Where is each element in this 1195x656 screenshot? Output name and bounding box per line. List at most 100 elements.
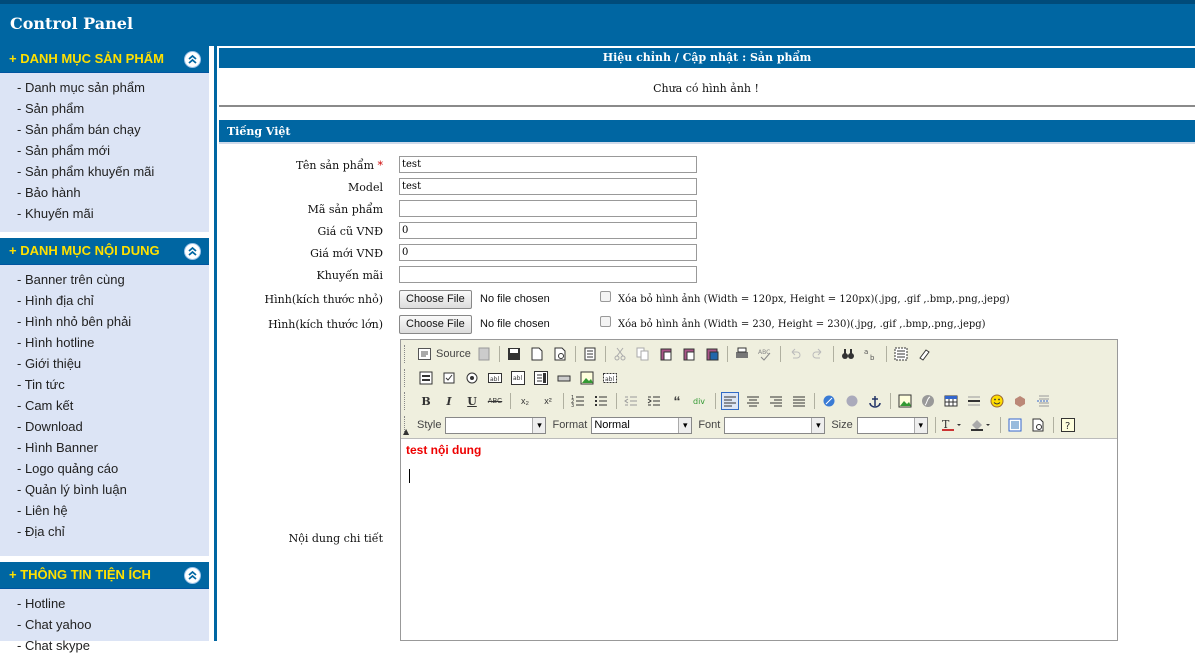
paste-icon[interactable] [657, 345, 675, 363]
outdent-icon[interactable] [622, 392, 640, 410]
sidebar-item[interactable]: - Download [0, 416, 209, 437]
italic-icon[interactable]: I [440, 392, 458, 410]
cut-icon[interactable] [611, 345, 629, 363]
collapse-icon[interactable] [184, 243, 201, 260]
special-char-icon[interactable] [1011, 392, 1029, 410]
collapse-icon[interactable] [184, 567, 201, 584]
sidebar-item[interactable]: - Địa chỉ [0, 521, 209, 542]
underline-icon[interactable]: U [463, 392, 481, 410]
bullet-list-icon[interactable] [592, 392, 610, 410]
sidebar-item[interactable]: - Quản lý bình luận [0, 479, 209, 500]
paste-word-icon[interactable] [703, 345, 721, 363]
blockquote-icon[interactable]: “ [668, 392, 686, 410]
sidebar-item[interactable]: - Tin tức [0, 374, 209, 395]
sidebar-item[interactable]: - Giới thiệu [0, 353, 209, 374]
sidebar-item[interactable]: - Khuyến mãi [0, 203, 209, 224]
sidebar-item[interactable]: - Bảo hành [0, 182, 209, 203]
sidebar-section-header[interactable]: + DANH MỤC SẢN PHẨM [0, 46, 209, 73]
choose-file-large-button[interactable]: Choose File [399, 315, 472, 334]
sidebar-item[interactable]: - Hotline [0, 593, 209, 614]
size-dropdown[interactable] [856, 416, 928, 434]
align-justify-icon[interactable] [790, 392, 808, 410]
anchor-icon[interactable] [866, 392, 884, 410]
delete-large-image-checkbox[interactable] [600, 316, 611, 327]
sidebar-item[interactable]: - Sản phẩm mới [0, 140, 209, 161]
preview-icon[interactable] [551, 345, 569, 363]
sidebar-item[interactable]: - Hình địa chỉ [0, 290, 209, 311]
text-field-icon[interactable]: abl [486, 369, 504, 387]
select-all-icon[interactable] [892, 345, 910, 363]
spellcheck-icon[interactable]: ABC [756, 345, 774, 363]
sidebar-item[interactable]: - Hình Banner [0, 437, 209, 458]
page-break-icon[interactable] [1034, 392, 1052, 410]
source-icon[interactable] [417, 345, 431, 363]
table-icon[interactable] [942, 392, 960, 410]
tab-vietnamese[interactable]: Tiếng Việt [219, 120, 1195, 144]
numbered-list-icon[interactable]: 123 [569, 392, 587, 410]
remove-format-icon[interactable] [915, 345, 933, 363]
collapse-icon[interactable] [184, 51, 201, 68]
sidebar-item[interactable]: - Sản phẩm khuyến mãi [0, 161, 209, 182]
paste-text-icon[interactable] [680, 345, 698, 363]
redo-icon[interactable] [809, 345, 827, 363]
sidebar-item[interactable]: - Danh mục sản phẩm [0, 77, 209, 98]
sidebar-item[interactable]: - Chat yahoo [0, 614, 209, 635]
save-template-icon[interactable] [475, 345, 493, 363]
div-container-icon[interactable]: div [691, 392, 709, 410]
sidebar-item[interactable]: - Chat skype [0, 635, 209, 656]
sidebar-item[interactable]: - Liên hệ [0, 500, 209, 521]
flash-icon[interactable] [919, 392, 937, 410]
button-icon[interactable] [555, 369, 573, 387]
delete-small-image-checkbox[interactable] [600, 291, 611, 302]
source-button[interactable]: Source [436, 348, 471, 360]
product-code-input[interactable] [399, 200, 697, 217]
find-icon[interactable] [839, 345, 857, 363]
hidden-field-icon[interactable]: abl [601, 369, 619, 387]
style-dropdown[interactable] [445, 416, 547, 434]
image-button-icon[interactable] [578, 369, 596, 387]
save-icon[interactable] [505, 345, 523, 363]
sidebar-item[interactable]: - Sản phẩm [0, 98, 209, 119]
superscript-icon[interactable]: x² [539, 392, 557, 410]
promotion-input[interactable] [399, 266, 697, 283]
image-icon[interactable] [896, 392, 914, 410]
radio-icon[interactable] [463, 369, 481, 387]
form-icon[interactable] [417, 369, 435, 387]
textarea-icon[interactable]: abl [509, 369, 527, 387]
sidebar-item[interactable]: - Logo quảng cáo [0, 458, 209, 479]
bold-icon[interactable]: B [417, 392, 435, 410]
align-right-icon[interactable] [767, 392, 785, 410]
templates-icon[interactable] [581, 345, 599, 363]
print-icon[interactable] [733, 345, 751, 363]
text-color-icon[interactable]: T [941, 416, 965, 434]
maximize-icon[interactable] [1006, 416, 1024, 434]
choose-file-small-button[interactable]: Choose File [399, 290, 472, 309]
help-icon[interactable]: ? [1059, 416, 1077, 434]
select-field-icon[interactable] [532, 369, 550, 387]
sidebar-item[interactable]: - Hình nhỏ bên phải [0, 311, 209, 332]
editor-content-area[interactable]: test nội dung [401, 438, 1117, 640]
product-name-input[interactable] [399, 156, 697, 173]
new-page-icon[interactable] [528, 345, 546, 363]
sidebar-section-header[interactable]: + THÔNG TIN TIỆN ÍCH [0, 562, 209, 589]
old-price-input[interactable] [399, 222, 697, 239]
smiley-icon[interactable] [988, 392, 1006, 410]
checkbox-icon[interactable] [440, 369, 458, 387]
toolbar-collapse-icon[interactable]: ▲ [403, 427, 409, 436]
replace-icon[interactable]: ab [862, 345, 880, 363]
format-dropdown[interactable]: Normal [591, 416, 693, 434]
font-dropdown[interactable] [724, 416, 826, 434]
sidebar-item[interactable]: - Hình hotline [0, 332, 209, 353]
sidebar-item[interactable]: - Cam kết [0, 395, 209, 416]
unlink-icon[interactable] [843, 392, 861, 410]
indent-icon[interactable] [645, 392, 663, 410]
sidebar-item[interactable]: - Sản phẩm bán chạy [0, 119, 209, 140]
copy-icon[interactable] [634, 345, 652, 363]
align-left-icon[interactable] [721, 392, 739, 410]
model-input[interactable] [399, 178, 697, 195]
new-price-input[interactable] [399, 244, 697, 261]
sidebar-section-header[interactable]: + DANH MỤC NỘI DUNG [0, 238, 209, 265]
undo-icon[interactable] [786, 345, 804, 363]
background-color-icon[interactable] [970, 416, 994, 434]
align-center-icon[interactable] [744, 392, 762, 410]
